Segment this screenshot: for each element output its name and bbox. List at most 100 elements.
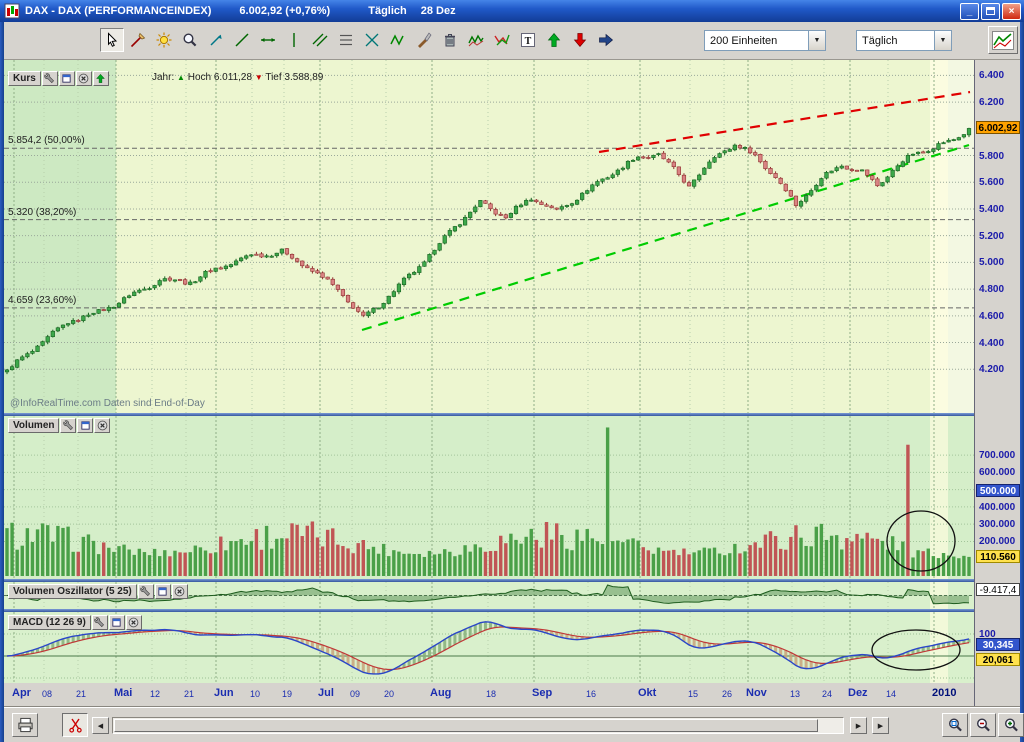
- kurs-panel-header[interactable]: Kurs: [8, 71, 109, 86]
- chevron-down-icon[interactable]: ▼: [934, 31, 951, 50]
- time-axis-label: 21: [76, 689, 86, 699]
- macd-wrench-icon[interactable]: [92, 615, 108, 630]
- volumen-close-icon[interactable]: [94, 418, 110, 433]
- text-tool[interactable]: T: [516, 28, 540, 52]
- fib-level-label: 4.659 (23,60%): [8, 295, 76, 306]
- chevron-down-icon[interactable]: ▼: [808, 31, 825, 50]
- price-axis-label: 5.400: [979, 204, 1019, 215]
- kurs-wrench-icon[interactable]: [42, 71, 58, 86]
- macd-signal-badge: 20,061: [976, 653, 1020, 666]
- minimize-button[interactable]: _: [960, 3, 979, 20]
- volumen-chart-canvas[interactable]: [4, 416, 974, 579]
- close-button[interactable]: ×: [1002, 3, 1021, 20]
- zigzag-tool[interactable]: [386, 28, 410, 52]
- arrow-line-tool[interactable]: [204, 28, 228, 52]
- volumen-wrench-icon[interactable]: [60, 418, 76, 433]
- zoom-tool[interactable]: [178, 28, 202, 52]
- volume-axis-label: 200.000: [979, 536, 1019, 547]
- oszillator-maximize-icon[interactable]: [155, 584, 171, 599]
- cross-lines-tool[interactable]: [360, 28, 384, 52]
- time-axis-label: 13: [790, 689, 800, 699]
- maximize-button[interactable]: [981, 3, 1000, 20]
- time-axis-label: Sep: [532, 687, 552, 699]
- knife-tool[interactable]: [412, 28, 436, 52]
- pattern-tool[interactable]: [490, 28, 514, 52]
- macd-value-badge: 30,345: [976, 638, 1020, 651]
- kurs-maximize-icon[interactable]: [59, 71, 75, 86]
- time-axis-label: 09: [350, 689, 360, 699]
- volumen-maximize-icon[interactable]: [77, 418, 93, 433]
- units-dropdown-value: 200 Einheiten: [705, 35, 808, 47]
- zoom-in-button[interactable]: [998, 713, 1024, 737]
- time-axis-label: Dez: [848, 687, 868, 699]
- price-axis-label: 4.600: [979, 311, 1019, 322]
- price-axis-label: 6.400: [979, 70, 1019, 81]
- cut-button[interactable]: [62, 713, 88, 737]
- price-axis-label: 5.200: [979, 231, 1019, 242]
- chart-scrollbar-track[interactable]: [112, 717, 844, 734]
- time-axis-label: 14: [886, 689, 896, 699]
- time-axis-label: 10: [250, 689, 260, 699]
- window-frame-right: [1020, 22, 1024, 742]
- macd-chart-canvas[interactable]: [4, 612, 974, 683]
- kurs-close-icon[interactable]: [76, 71, 92, 86]
- title-quote: 6.002,92 (+0,76%): [239, 5, 330, 17]
- price-axis-label: 4.800: [979, 284, 1019, 295]
- time-axis-label: 16: [586, 689, 596, 699]
- price-axis-label: 4.400: [979, 338, 1019, 349]
- arrow-down-tool[interactable]: [568, 28, 592, 52]
- arrow-up-tool[interactable]: [542, 28, 566, 52]
- price-axis-label: 5.000: [979, 257, 1019, 268]
- volumen-panel-header[interactable]: Volumen: [8, 418, 110, 433]
- pointer-tool[interactable]: [100, 28, 124, 52]
- macd-maximize-icon[interactable]: [109, 615, 125, 630]
- oszillator-panel-header[interactable]: Volumen Oszillator (5 25): [8, 584, 188, 599]
- time-axis: Apr0821Mai1221Jun1019Jul0920Aug18Sep16Ok…: [4, 683, 974, 707]
- extended-line-tool[interactable]: [256, 28, 280, 52]
- macd-panel-header[interactable]: MACD (12 26 9): [8, 615, 142, 630]
- maximize-icon: [986, 7, 995, 15]
- macd-close-icon[interactable]: [126, 615, 142, 630]
- time-axis-label: Apr: [12, 687, 31, 699]
- zoom-mode-button[interactable]: [942, 713, 968, 737]
- alarm-tool[interactable]: [152, 28, 176, 52]
- fibonacci-tool[interactable]: [334, 28, 358, 52]
- vertical-line-tool[interactable]: [282, 28, 306, 52]
- price-axis-label: 4.200: [979, 364, 1019, 375]
- volume-axis-label: 400.000: [979, 502, 1019, 513]
- title-date: 28 Dez: [421, 5, 456, 17]
- scroll-left-button[interactable]: ◀: [92, 717, 109, 734]
- volumen-panel-title: Volumen: [8, 418, 59, 433]
- price-axis-label: 6.200: [979, 97, 1019, 108]
- kurs-arrow-up-icon[interactable]: [93, 71, 109, 86]
- arrow-right-tool[interactable]: [594, 28, 618, 52]
- oszillator-close-icon[interactable]: [172, 584, 188, 599]
- oszillator-wrench-icon[interactable]: [138, 584, 154, 599]
- time-axis-label: Nov: [746, 687, 767, 699]
- print-button[interactable]: [12, 713, 38, 737]
- indicator-tool[interactable]: [464, 28, 488, 52]
- datafeed-watermark: @InfoRealTime.com Daten sind End-of-Day: [10, 398, 205, 409]
- drawing-toolbar: T 200 Einheiten ▼ Täglich ▼: [4, 22, 1020, 60]
- zoom-out-button[interactable]: [970, 713, 996, 737]
- price-axis-column[interactable]: 6.002,92 110.560 -9.417,4 100 30,345 20,…: [974, 60, 1020, 707]
- high-arrow-icon: ▲: [177, 73, 185, 82]
- kurs-chart-canvas[interactable]: [4, 60, 974, 413]
- scroll-right-button[interactable]: ▶: [850, 717, 867, 734]
- units-dropdown[interactable]: 200 Einheiten ▼: [704, 30, 826, 51]
- time-axis-label: 18: [486, 689, 496, 699]
- delete-tool[interactable]: [438, 28, 462, 52]
- parallel-channel-tool[interactable]: [308, 28, 332, 52]
- time-axis-label: 19: [282, 689, 292, 699]
- page-forward-button[interactable]: ▶: [872, 717, 889, 734]
- period-dropdown[interactable]: Täglich ▼: [856, 30, 952, 51]
- trendline-pencil-tool[interactable]: [126, 28, 150, 52]
- chart-style-button[interactable]: [988, 26, 1018, 54]
- chart-scrollbar-thumb[interactable]: [114, 719, 818, 732]
- title-bar[interactable]: DAX - DAX (PERFORMANCEINDEX) 6.002,92 (+…: [0, 0, 1024, 22]
- title-period: Täglich: [368, 5, 407, 17]
- low-arrow-icon: ▼: [255, 73, 263, 82]
- price-axis-label: 5.600: [979, 177, 1019, 188]
- svg-text:T: T: [525, 36, 532, 47]
- line-tool[interactable]: [230, 28, 254, 52]
